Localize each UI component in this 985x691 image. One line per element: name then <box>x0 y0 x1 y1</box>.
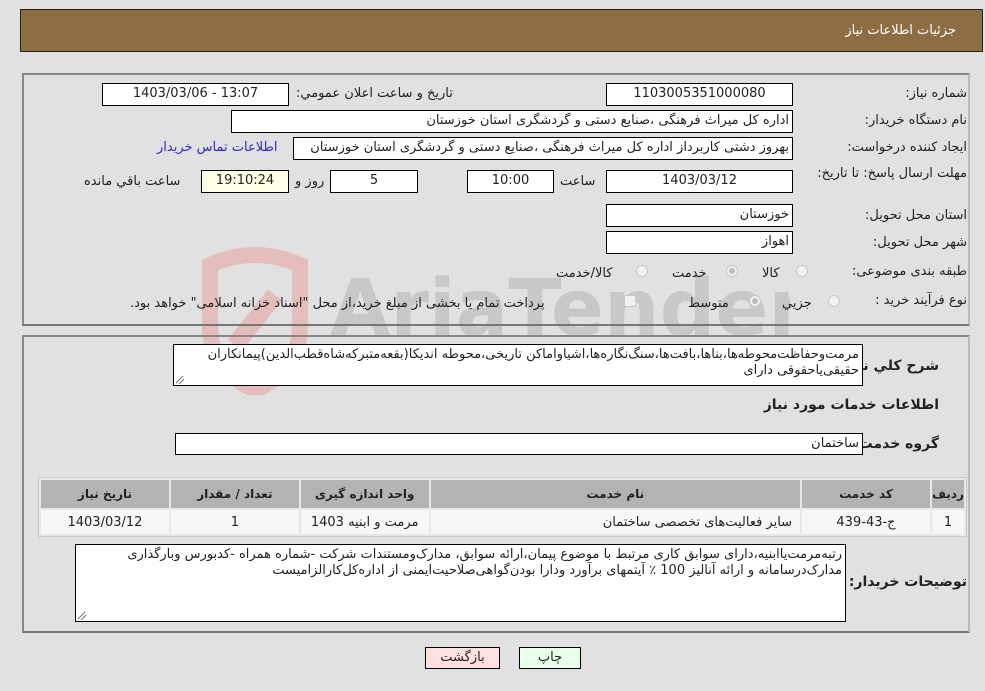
back-button[interactable]: بازگشت <box>425 647 500 669</box>
deadline-date-field: 1403/03/12 <box>606 170 793 193</box>
deadline-time-field: 10:00 <box>467 170 554 193</box>
resize-handle-icon[interactable] <box>176 376 184 384</box>
buyer-notes-label: توضیحات خریدار: <box>848 574 967 590</box>
process-option-minor: جزيي <box>782 296 812 311</box>
services-section-title: اطلاعات خدمات مورد نیاز <box>763 397 939 413</box>
days-remaining-field: 5 <box>330 170 418 193</box>
description-textarea[interactable]: مرمت‌وحفاظت‌محوطه‌ها،بناها،بافت‌ها،سنگ‌ن… <box>173 344 863 386</box>
category-option-goods: کالا <box>762 266 780 281</box>
table-header-row: ردیف کد خدمت نام خدمت واحد اندازه گیری ت… <box>41 480 964 508</box>
cell-quantity: 1 <box>170 510 299 534</box>
treasury-checkbox[interactable] <box>624 295 636 307</box>
process-radio-minor[interactable] <box>828 295 840 307</box>
resize-handle-icon[interactable] <box>78 612 86 620</box>
category-radio-goods-service[interactable] <box>636 265 648 277</box>
deadline-label: مهلت ارسال پاسخ: تا تاریخ: <box>817 166 967 181</box>
buyer-contact-link[interactable]: اطلاعات تماس خریدار <box>157 140 277 155</box>
col-header-row-number: ردیف <box>931 480 964 508</box>
city-field: اهواز <box>606 231 793 254</box>
col-header-need-date: تاریخ نیاز <box>41 480 169 508</box>
service-group-field: ساختمان <box>175 433 863 455</box>
cell-row-number: 1 <box>931 510 964 534</box>
creator-field: بهروز دشتی کاربرداز اداره کل میراث فرهنگ… <box>293 137 793 160</box>
process-option-medium: متوسط <box>688 296 729 311</box>
page-header: جزئیات اطلاعات نیاز <box>20 9 983 52</box>
province-field: خوزستان <box>606 204 793 227</box>
announce-datetime-field: 1403/03/06 - 13:07 <box>102 83 289 106</box>
description-text: مرمت‌وحفاظت‌محوطه‌ها،بناها،بافت‌ها،سنگ‌ن… <box>207 347 859 378</box>
col-header-service-code: کد خدمت <box>802 480 930 508</box>
col-header-quantity: تعداد / مقدار <box>170 480 299 508</box>
buyer-org-label: نام دستگاه خریدار: <box>864 113 967 128</box>
buyer-org-field: اداره کل میراث فرهنگی ،صنایع دستی و گردش… <box>231 110 793 133</box>
category-option-goods-service: کالا/خدمت <box>556 266 613 281</box>
table-row: 1 ج-43-439 سایر فعالیت‌های تخصصی ساختمان… <box>41 510 964 534</box>
announce-datetime-value: 1403/03/06 - 13:07 <box>132 86 259 101</box>
remaining-label: ساعت باقي مانده <box>84 174 181 189</box>
city-label: شهر محل تحویل: <box>872 235 967 250</box>
need-number-label: شماره نیاز: <box>905 86 967 101</box>
cell-service-code: ج-43-439 <box>802 510 930 534</box>
page-title: جزئیات اطلاعات نیاز <box>845 23 956 38</box>
col-header-service-name: نام خدمت <box>430 480 801 508</box>
cell-unit: مرمت و ابنیه 1403 <box>300 510 429 534</box>
process-radio-medium[interactable] <box>749 295 761 307</box>
province-label: استان محل تحویل: <box>865 208 967 223</box>
days-label: روز و <box>295 174 325 189</box>
treasury-note: پرداخت تمام یا بخشی از مبلغ خرید،از محل … <box>130 296 545 311</box>
buyer-notes-text: رتبه‌مرمت‌یاابنیه،دارای سوابق کاری مرتبط… <box>127 547 842 578</box>
process-label: نوع فرآیند خرید : <box>875 293 967 308</box>
deadline-time-label: ساعت <box>560 174 596 189</box>
category-radio-service[interactable] <box>726 265 738 277</box>
category-option-service: خدمت <box>672 266 707 281</box>
category-radio-goods[interactable] <box>796 265 808 277</box>
print-button[interactable]: چاپ <box>519 647 581 669</box>
creator-label: ایجاد کننده درخواست: <box>847 140 967 155</box>
col-header-unit: واحد اندازه گیری <box>300 480 429 508</box>
remaining-time-field: 19:10:24 <box>201 170 289 193</box>
cell-service-name: سایر فعالیت‌های تخصصی ساختمان <box>430 510 801 534</box>
cell-need-date: 1403/03/12 <box>41 510 169 534</box>
services-table: ردیف کد خدمت نام خدمت واحد اندازه گیری ت… <box>38 477 967 537</box>
announce-datetime-label: تاریخ و ساعت اعلان عمومي: <box>296 86 453 101</box>
buyer-notes-textarea[interactable]: رتبه‌مرمت‌یاابنیه،دارای سوابق کاری مرتبط… <box>75 544 846 622</box>
need-number-field: 1103005351000080 <box>606 83 793 106</box>
service-group-label: گروه خدمت: <box>853 436 939 452</box>
category-label: طبقه بندی موضوعی: <box>851 264 967 279</box>
